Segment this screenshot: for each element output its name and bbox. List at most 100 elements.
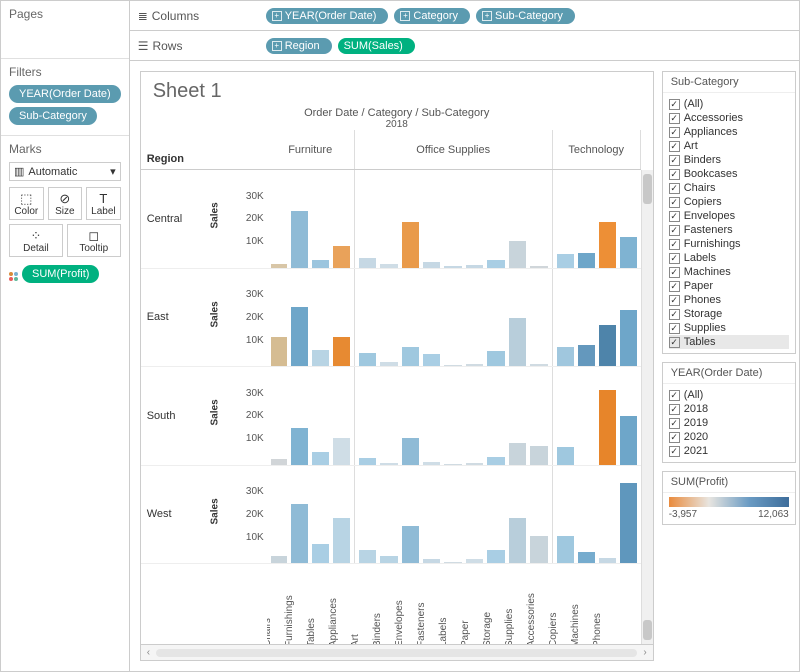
- bar[interactable]: [578, 345, 595, 366]
- bar[interactable]: [312, 452, 329, 464]
- bar[interactable]: [380, 556, 397, 563]
- bar[interactable]: [620, 310, 637, 366]
- bar[interactable]: [359, 458, 376, 465]
- filter-checkbox-row[interactable]: ✓Labels: [669, 251, 789, 265]
- bar[interactable]: [444, 562, 461, 563]
- bar[interactable]: [271, 337, 288, 366]
- marks-type-select[interactable]: ▥Automatic ▾: [9, 162, 121, 181]
- filter-checkbox-row[interactable]: ✓Art: [669, 139, 789, 153]
- bar[interactable]: [487, 550, 504, 563]
- sheet-title[interactable]: Sheet 1: [141, 72, 653, 107]
- bar[interactable]: [599, 558, 616, 563]
- bar[interactable]: [509, 518, 526, 563]
- bar[interactable]: [487, 351, 504, 366]
- filter-checkbox-row[interactable]: ✓Storage: [669, 307, 789, 321]
- bar[interactable]: [620, 483, 637, 563]
- shelf-pill[interactable]: SUM(Sales): [338, 38, 415, 54]
- bar[interactable]: [466, 463, 483, 465]
- shelf-pill[interactable]: +Region: [266, 38, 332, 54]
- bar[interactable]: [359, 550, 376, 563]
- bar[interactable]: [402, 222, 419, 267]
- bar[interactable]: [620, 416, 637, 464]
- bar[interactable]: [333, 337, 350, 366]
- filter-checkbox-row[interactable]: ✓(All): [669, 388, 789, 402]
- bar[interactable]: [466, 364, 483, 366]
- bar[interactable]: [312, 350, 329, 366]
- filter-pill[interactable]: Sub-Category: [9, 107, 97, 125]
- bar[interactable]: [359, 258, 376, 267]
- bar[interactable]: [487, 260, 504, 268]
- bar[interactable]: [599, 390, 616, 465]
- filter-checkbox-row[interactable]: ✓(All): [669, 97, 789, 111]
- bar[interactable]: [333, 246, 350, 267]
- shelf-pill[interactable]: +YEAR(Order Date): [266, 8, 389, 24]
- bar[interactable]: [312, 544, 329, 563]
- bar[interactable]: [333, 438, 350, 465]
- filter-checkbox-row[interactable]: ✓Accessories: [669, 111, 789, 125]
- bar[interactable]: [599, 325, 616, 366]
- bar[interactable]: [291, 307, 308, 366]
- filter-checkbox-row[interactable]: ✓Bookcases: [669, 167, 789, 181]
- bar[interactable]: [557, 447, 574, 464]
- filter-checkbox-row[interactable]: ✓Fasteners: [669, 223, 789, 237]
- bar[interactable]: [312, 260, 329, 268]
- filter-checkbox-row[interactable]: ✓Paper: [669, 279, 789, 293]
- bar[interactable]: [557, 536, 574, 563]
- filter-checkbox-row[interactable]: ✓2021: [669, 444, 789, 458]
- bar[interactable]: [291, 211, 308, 267]
- bar[interactable]: [291, 428, 308, 464]
- profit-pill[interactable]: SUM(Profit): [22, 265, 99, 283]
- horizontal-scrollbar[interactable]: ‹›: [141, 644, 653, 660]
- filter-checkbox-row[interactable]: ✓Supplies: [669, 321, 789, 335]
- bar[interactable]: [578, 552, 595, 563]
- filter-checkbox-row[interactable]: ✓Copiers: [669, 195, 789, 209]
- bar[interactable]: [423, 559, 440, 563]
- filter-checkbox-row[interactable]: ✓Machines: [669, 265, 789, 279]
- bar[interactable]: [423, 462, 440, 465]
- filter-checkbox-row[interactable]: ✓Binders: [669, 153, 789, 167]
- filter-checkbox-row[interactable]: ✓2020: [669, 430, 789, 444]
- bar[interactable]: [359, 353, 376, 366]
- bar[interactable]: [444, 365, 461, 366]
- filter-pill[interactable]: YEAR(Order Date): [9, 85, 121, 103]
- bar[interactable]: [423, 354, 440, 366]
- filter-checkbox-row[interactable]: ✓2019: [669, 416, 789, 430]
- bar[interactable]: [509, 443, 526, 464]
- bar[interactable]: [271, 556, 288, 563]
- filter-checkbox-row[interactable]: ✓Phones: [669, 293, 789, 307]
- bar[interactable]: [509, 318, 526, 366]
- mark-color[interactable]: ⬚Color: [9, 187, 44, 220]
- bar[interactable]: [380, 264, 397, 268]
- bar[interactable]: [333, 518, 350, 563]
- shelf-pill[interactable]: +Category: [394, 8, 470, 24]
- bar[interactable]: [599, 222, 616, 267]
- bar[interactable]: [530, 536, 547, 563]
- mark-size[interactable]: ⊘Size: [48, 187, 83, 220]
- bar[interactable]: [444, 266, 461, 267]
- bar[interactable]: [466, 265, 483, 267]
- mark-tooltip[interactable]: ◻Tooltip: [67, 224, 121, 257]
- bar[interactable]: [530, 364, 547, 366]
- vertical-scrollbar[interactable]: [641, 130, 653, 644]
- bar[interactable]: [444, 464, 461, 465]
- bar[interactable]: [380, 362, 397, 366]
- bar[interactable]: [620, 237, 637, 268]
- bar[interactable]: [530, 446, 547, 465]
- filter-checkbox-row[interactable]: ✓Envelopes: [669, 209, 789, 223]
- bar[interactable]: [578, 253, 595, 268]
- bar[interactable]: [402, 526, 419, 563]
- bar[interactable]: [466, 559, 483, 563]
- filter-checkbox-row[interactable]: ✓Furnishings: [669, 237, 789, 251]
- bar[interactable]: [271, 459, 288, 464]
- bar[interactable]: [423, 262, 440, 267]
- bar[interactable]: [402, 347, 419, 366]
- mark-detail[interactable]: ⁘Detail: [9, 224, 63, 257]
- filter-checkbox-row[interactable]: ✓Chairs: [669, 181, 789, 195]
- filter-checkbox-row[interactable]: ✓Tables: [669, 335, 789, 349]
- bar[interactable]: [530, 266, 547, 268]
- bar[interactable]: [557, 347, 574, 366]
- bar[interactable]: [402, 438, 419, 465]
- bar[interactable]: [557, 254, 574, 267]
- bar[interactable]: [380, 463, 397, 465]
- filter-checkbox-row[interactable]: ✓Appliances: [669, 125, 789, 139]
